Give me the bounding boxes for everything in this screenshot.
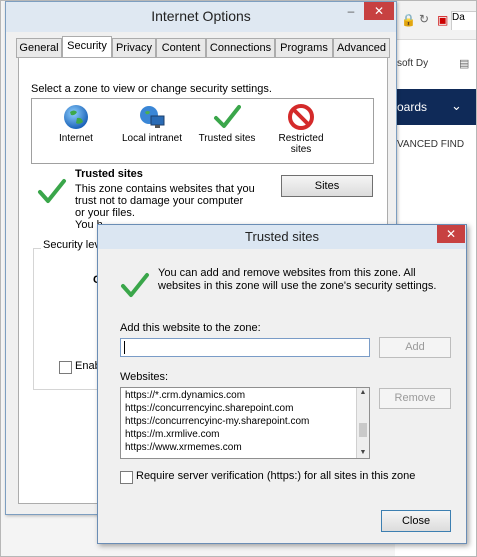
websites-label: Websites: [120, 371, 169, 383]
trusted-sites-titlebar: Trusted sites ✕ [98, 225, 466, 249]
browser-tab-bar: 🔒 ↻ ▣ Da [395, 1, 476, 40]
close-button[interactable]: ✕ [364, 2, 394, 20]
remove-button-label: Remove [394, 392, 436, 404]
remove-button[interactable]: Remove [379, 388, 451, 409]
add-website-label: Add this website to the zone: [120, 322, 261, 334]
close-dialog-button-label: Close [401, 515, 431, 527]
sites-button[interactable]: Sites [281, 175, 373, 197]
trusted-sites-info: You can add and remove websites from thi… [158, 267, 437, 292]
close-button[interactable]: ✕ [437, 225, 465, 243]
require-https-checkbox[interactable] [120, 471, 133, 484]
list-item[interactable]: https://*.crm.dynamics.com [125, 390, 245, 401]
browser-url-text: soft Dy [397, 58, 429, 69]
zone-internet[interactable]: Internet [46, 99, 106, 163]
browser-tab-label: Da [452, 12, 465, 23]
tab-privacy[interactable]: Privacy [112, 38, 156, 58]
list-item[interactable]: https://concurrencyinc-my.sharepoint.com [125, 416, 309, 427]
advanced-find-text[interactable]: VANCED FIND [397, 139, 464, 150]
websites-scrollbar[interactable]: ▲ ▼ [356, 388, 369, 458]
add-website-input[interactable] [120, 338, 370, 357]
internet-options-tabs: General Security Privacy Content Connect… [16, 36, 390, 59]
add-button[interactable]: Add [379, 337, 451, 358]
scroll-thumb[interactable] [359, 423, 367, 437]
browser-tab[interactable]: Da [451, 11, 476, 30]
zone-list: Internet Local intranet Trusted sites Re… [31, 98, 374, 164]
list-item[interactable]: https://www.xrmemes.com [125, 442, 242, 453]
zone-local-intranet[interactable]: Local intranet [116, 99, 188, 163]
page-icon: ▤ [459, 58, 470, 70]
zone-local-intranet-label: Local intranet [121, 133, 183, 144]
refresh-icon[interactable]: ↻ [419, 12, 429, 26]
lock-icon[interactable]: 🔒 [401, 13, 416, 27]
checkmark-icon [121, 273, 149, 297]
enable-protected-mode-checkbox[interactable] [59, 361, 72, 374]
checkmark-icon [214, 105, 241, 128]
text-caret [124, 341, 125, 354]
zone-trusted-sites-label: Trusted sites [198, 133, 256, 144]
tab-advanced[interactable]: Advanced [333, 38, 390, 58]
websites-list[interactable]: https://*.crm.dynamics.com https://concu… [120, 387, 370, 459]
require-https-label: Require server verification (https:) for… [136, 470, 416, 482]
chevron-down-icon[interactable]: ⌄ [451, 98, 462, 114]
close-dialog-button[interactable]: Close [381, 510, 451, 532]
zone-restricted-sites[interactable]: Restricted sites [268, 99, 334, 163]
zone-trusted-sites[interactable]: Trusted sites [194, 99, 260, 163]
internet-options-titlebar: Internet Options – ✕ [6, 2, 396, 32]
intranet-icon [140, 106, 165, 128]
list-item[interactable]: https://m.xrmlive.com [125, 429, 219, 440]
add-button-label: Add [405, 341, 425, 353]
trusted-sites-title: Trusted sites [245, 229, 319, 244]
tab-connections[interactable]: Connections [206, 38, 275, 58]
minimize-button[interactable]: – [343, 4, 359, 18]
tab-programs[interactable]: Programs [275, 38, 333, 58]
nav-dashboards-text[interactable]: oards [397, 100, 427, 114]
office-logo-icon: ▣ [437, 13, 449, 27]
zone-prompt: Select a zone to view or change security… [31, 83, 272, 95]
sites-button-label: Sites [314, 180, 340, 192]
list-item[interactable]: https://concurrencyinc.sharepoint.com [125, 403, 293, 414]
browser-nav-bar: oards ⌄ [395, 89, 476, 125]
globe-icon [64, 105, 88, 129]
tab-content[interactable]: Content [156, 38, 206, 58]
zone-restricted-sites-label: Restricted sites [278, 133, 324, 155]
scroll-up-icon[interactable]: ▲ [357, 388, 369, 398]
trusted-sites-dialog: Trusted sites ✕ You can add and remove w… [97, 224, 467, 544]
restricted-icon [288, 104, 314, 130]
zone-internet-label: Internet [59, 133, 93, 144]
screenshot-frame: 🔒 ↻ ▣ Da soft Dy ▤ oards ⌄ VANCED FIND I… [0, 0, 477, 557]
tab-security[interactable]: Security [62, 36, 112, 59]
selected-zone-title: Trusted sites [75, 168, 143, 180]
internet-options-title: Internet Options [151, 8, 251, 24]
scroll-down-icon[interactable]: ▼ [357, 448, 369, 458]
checkmark-icon [38, 179, 66, 203]
selected-zone-desc-text: This zone contains websites that you tru… [75, 183, 255, 219]
tab-general[interactable]: General [16, 38, 62, 58]
